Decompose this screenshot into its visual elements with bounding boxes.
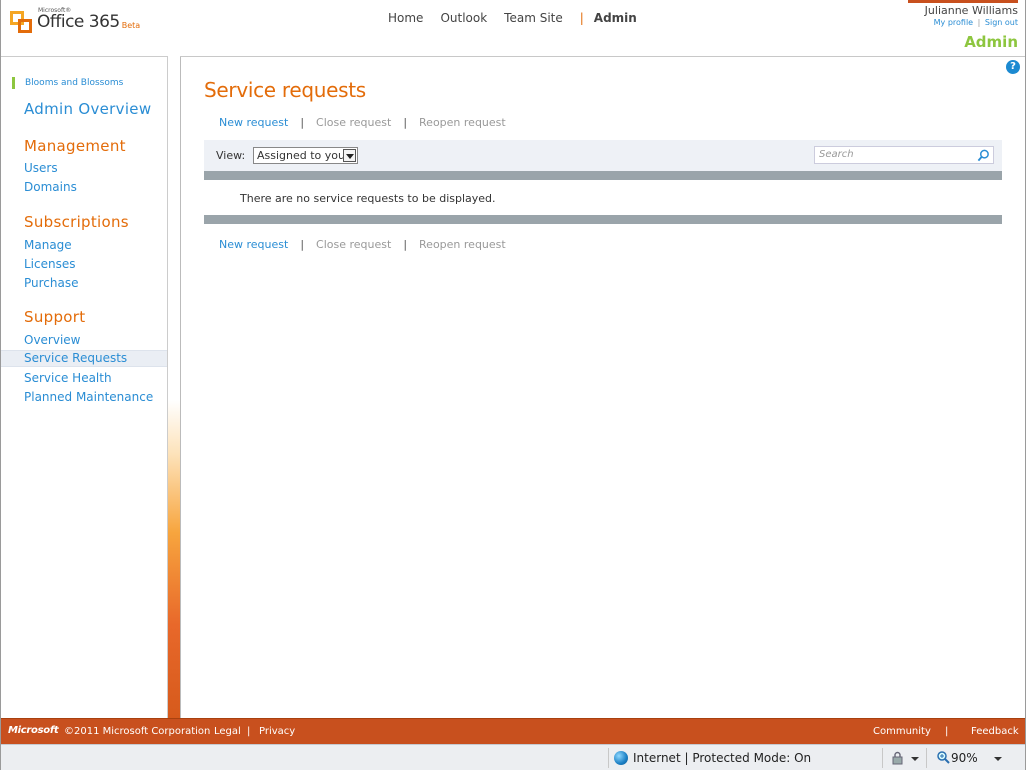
user-name: Julianne Williams [924,4,1018,17]
help-icon[interactable]: ? [1006,60,1020,74]
nav-outlook[interactable]: Outlook [440,11,487,25]
view-toolbar: View: Assigned to you Search [204,140,1002,171]
user-box: Julianne Williams My profile | Sign out … [908,0,1018,51]
browser-status-bar: Internet | Protected Mode: On 90% [0,744,1026,770]
sidebar-decorative-gutter [168,56,180,718]
search-icon[interactable] [977,149,990,162]
security-dropdown-arrow-icon[interactable] [911,757,919,761]
footer-separator: | [945,726,949,737]
nav-separator: | [579,11,584,25]
dropdown-arrow-icon[interactable] [343,149,356,162]
reopen-request-button-bottom[interactable]: Reopen request [419,238,506,251]
community-link[interactable]: Community [873,726,931,737]
action-separator: | [403,238,408,251]
status-divider [882,748,883,768]
action-separator: | [403,116,408,129]
action-bar-top: New request | Close request | Reopen req… [219,116,506,129]
view-select[interactable]: Assigned to you [253,147,358,164]
sidebar-section-support: Support [24,308,86,326]
sidebar-item-overview[interactable]: Overview [24,333,81,347]
nav-home[interactable]: Home [388,11,423,25]
footer-separator: | [247,726,251,737]
close-request-button-bottom[interactable]: Close request [316,238,391,251]
copyright-text: ©2011 Microsoft Corporation [64,726,211,737]
action-bar-bottom: New request | Close request | Reopen req… [219,238,506,251]
office-365-logo[interactable]: Microsoft® Office 365 Beta [10,8,140,35]
sidebar: Blooms and Blossoms Admin Overview Manag… [1,56,168,718]
logo-product-name: Office 365 [37,12,120,32]
status-divider [926,748,927,768]
user-link-separator: | [977,18,981,27]
new-request-button[interactable]: New request [219,116,288,129]
company-name[interactable]: Blooms and Blossoms [12,77,123,89]
security-zone-text[interactable]: Internet | Protected Mode: On [633,751,811,765]
microsoft-logo: Microsoft [8,725,59,736]
sidebar-section-subscriptions: Subscriptions [24,213,129,231]
search-placeholder: Search [819,149,854,160]
view-label: View: [216,149,246,162]
sign-out-link[interactable]: Sign out [985,18,1018,27]
user-links: My profile | Sign out [908,18,1018,27]
footer: Microsoft ©2011 Microsoft Corporation Le… [0,718,1026,744]
grid-header-bar [204,171,1002,180]
sidebar-section-management: Management [24,137,126,155]
sidebar-item-purchase[interactable]: Purchase [24,276,79,290]
admin-label: Admin [964,33,1018,51]
sidebar-item-planned-maintenance[interactable]: Planned Maintenance [24,390,153,404]
zoom-icon[interactable] [936,750,950,764]
sidebar-admin-overview[interactable]: Admin Overview [24,100,151,118]
status-divider [608,748,609,768]
empty-state-message: There are no service requests to be disp… [240,192,496,205]
privacy-link[interactable]: Privacy [259,726,295,737]
close-request-button[interactable]: Close request [316,116,391,129]
sidebar-item-service-requests[interactable]: Service Requests [1,350,167,367]
gutter-divider [180,56,181,718]
sidebar-item-licenses[interactable]: Licenses [24,257,76,271]
reopen-request-button[interactable]: Reopen request [419,116,506,129]
view-selected-value: Assigned to you [257,149,345,162]
globe-icon [614,751,628,765]
office-logo-icon [10,11,34,35]
legal-link[interactable]: Legal [214,726,241,737]
sidebar-item-manage[interactable]: Manage [24,238,72,252]
content-top-divider [180,56,1026,57]
zoom-dropdown-arrow-icon[interactable] [994,757,1002,761]
top-navigation: Home Outlook Team Site | Admin [388,11,654,25]
nav-admin[interactable]: Admin [594,11,637,25]
sidebar-item-users[interactable]: Users [24,161,58,175]
action-separator: | [300,116,305,129]
sidebar-item-domains[interactable]: Domains [24,180,77,194]
nav-team-site[interactable]: Team Site [504,11,563,25]
page-title: Service requests [204,78,366,102]
sidebar-item-service-health[interactable]: Service Health [24,371,112,385]
grid-footer-bar [204,215,1002,224]
new-request-button-bottom[interactable]: New request [219,238,288,251]
zoom-level[interactable]: 90% [951,751,978,765]
my-profile-link[interactable]: My profile [934,18,973,27]
logo-beta-badge: Beta [121,21,141,30]
user-accent-bar [908,0,1018,3]
feedback-link[interactable]: Feedback [971,726,1019,737]
action-separator: | [300,238,305,251]
search-input[interactable]: Search [814,146,994,164]
header: Microsoft® Office 365 Beta Home Outlook … [0,0,1026,56]
security-icon[interactable] [891,751,905,765]
